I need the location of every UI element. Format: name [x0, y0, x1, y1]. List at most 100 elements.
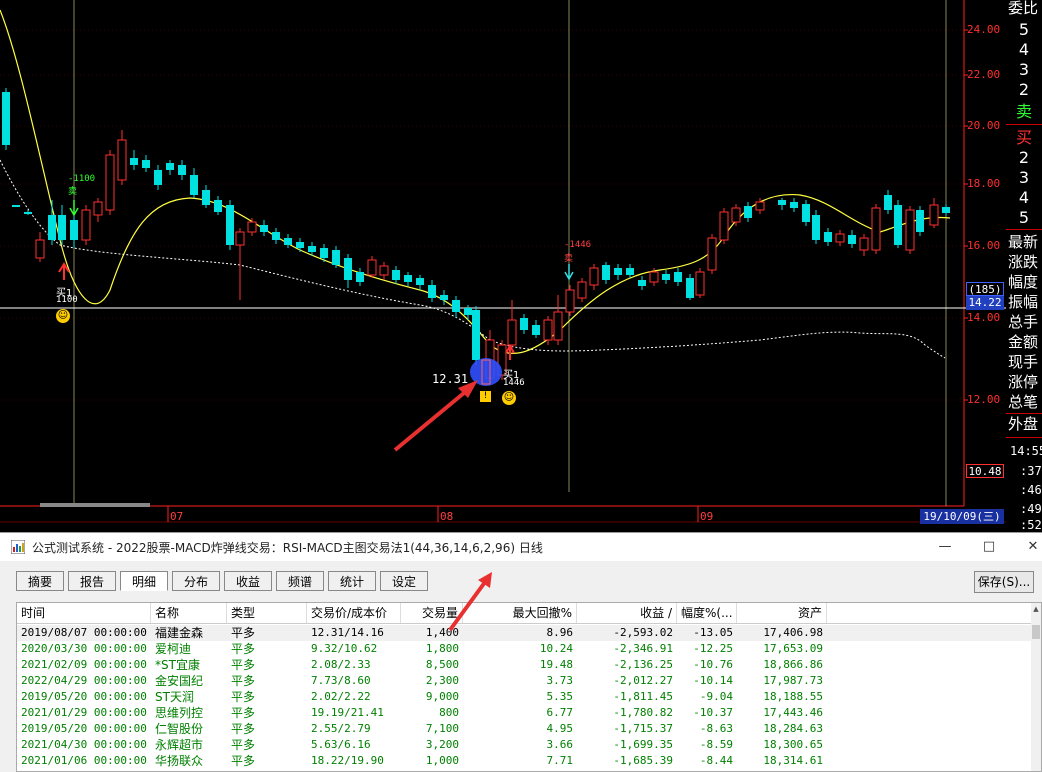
cell-type: 平多: [231, 690, 256, 704]
candle-body: [929, 204, 939, 226]
table-row[interactable]: 2021/04/30 00:00:00 永辉超市 平多 5.63/6.16 3,200 3…: [17, 737, 1031, 753]
cell-time: 2022/04/29 00:00:00: [21, 674, 147, 687]
candle-body: [166, 163, 174, 170]
cell-type: 平多: [231, 642, 256, 656]
candle-body: [320, 248, 328, 258]
cell-price: 7.73/8.60: [311, 674, 371, 687]
col-time[interactable]: 时间: [17, 603, 151, 623]
cell-price: 9.32/10.62: [311, 642, 378, 655]
cell-asset: 18,300.65: [763, 738, 823, 751]
candle-body: [589, 267, 599, 286]
qty-pointer-arrow: [448, 572, 492, 632]
dialog-title: 公式测试系统 - 2022股票-MACD炸弹线交易：RSI-MACD主图交易法1…: [32, 541, 543, 555]
col-price[interactable]: 交易价/成本价: [307, 603, 401, 623]
candle-body: [565, 289, 575, 313]
low-price-box: 10.48: [966, 464, 1004, 478]
smile-icon: ☺: [502, 391, 516, 405]
candle-body: [553, 311, 563, 341]
kline-svg: [0, 0, 1006, 523]
cell-profit: -2,346.91: [613, 642, 673, 655]
table-row[interactable]: 2022/04/29 00:00:00 金安国纪 平多 7.73/8.60 2,300 3…: [17, 673, 1031, 689]
cell-qty: 1,800: [425, 642, 459, 655]
cell-price: 2.08/2.33: [311, 658, 371, 671]
buy-signal-1-qty: 1100: [56, 295, 78, 305]
count-badge: (185): [966, 282, 1004, 296]
cell-qty: 3,200: [425, 738, 459, 751]
tick-time: :52: [1020, 518, 1042, 532]
close-button[interactable]: ✕: [1018, 537, 1042, 557]
col-asset[interactable]: 资产: [737, 603, 827, 623]
candle-body: [404, 275, 412, 282]
col-name[interactable]: 名称: [151, 603, 227, 623]
tab-distribution[interactable]: 分布: [172, 571, 220, 591]
label-change: 涨跌: [1008, 253, 1039, 271]
cell-name: ST天润: [155, 690, 194, 704]
cell-time: 2021/02/09 00:00:00: [21, 658, 147, 671]
candle-body: [392, 270, 400, 280]
candle-body: [356, 272, 364, 282]
tab-spectrum[interactable]: 频谱: [276, 571, 324, 591]
candle-body: [824, 232, 832, 242]
candle-body: [70, 220, 78, 240]
col-profit[interactable]: 收益 /: [577, 603, 677, 623]
candle-body: [649, 271, 659, 283]
cell-type: 平多: [231, 706, 256, 720]
candle-body: [532, 325, 540, 335]
candle-body: [602, 265, 610, 280]
table-row[interactable]: 2019/05/20 00:00:00 仁智股份 平多 2.55/2.79 7,100 4…: [17, 721, 1031, 737]
buy-level-3: 3: [1018, 168, 1030, 187]
tab-statistics[interactable]: 统计: [328, 571, 376, 591]
sell-label: 卖: [1015, 102, 1032, 121]
date-box: 19/10/09(三): [920, 509, 1004, 524]
tab-summary[interactable]: 摘要: [16, 571, 64, 591]
candle-body: [2, 92, 10, 145]
cell-pct: -8.59: [699, 738, 733, 751]
cell-type: 平多: [231, 626, 256, 640]
cell-profit: -1,685.39: [613, 754, 673, 767]
col-type[interactable]: 类型: [227, 603, 307, 623]
buy-level-4: 4: [1018, 188, 1030, 207]
smile-icon: ☺: [56, 309, 70, 323]
label-pct: 幅度: [1008, 273, 1039, 291]
table-row[interactable]: 2021/01/29 00:00:00 思维列控 平多 19.19/21.41 800 6…: [17, 705, 1031, 721]
cell-qty: 8,500: [425, 658, 459, 671]
maximize-button[interactable]: □: [974, 537, 1004, 557]
cell-price: 18.22/19.90: [311, 754, 384, 767]
kline-chart[interactable]: 24.00 22.00 20.00 18.00 16.00 14.00 12.00 (185…: [0, 0, 1042, 532]
month-label-09: 09: [700, 510, 714, 523]
cell-type: 平多: [231, 658, 256, 672]
label-limit-up: 涨停: [1008, 373, 1039, 391]
table-row[interactable]: 2019/08/07 00:00:00 福建金森 平多 12.31/14.16 1,40…: [17, 625, 1031, 641]
candle-body: [744, 206, 752, 218]
minimize-button[interactable]: —: [930, 537, 960, 557]
vertical-scrollbar[interactable]: ▲: [1031, 603, 1041, 771]
cell-profit: -2,593.02: [613, 626, 673, 639]
candle-body: [778, 200, 786, 205]
tab-profit[interactable]: 收益: [224, 571, 272, 591]
cell-time: 2019/05/20 00:00:00: [21, 722, 147, 735]
label-outer: 外盘: [1008, 415, 1039, 433]
tab-settings[interactable]: 设定: [380, 571, 428, 591]
cell-time: 2021/01/29 00:00:00: [21, 706, 147, 719]
table-row[interactable]: 2019/05/20 00:00:00 ST天润 平多 2.02/2.22 9,000 5…: [17, 689, 1031, 705]
cell-drawdown: 4.95: [546, 722, 574, 735]
candle-body: [105, 154, 115, 211]
table-row[interactable]: 2020/03/30 00:00:00 爱柯迪 平多 9.32/10.62 1,800 1…: [17, 641, 1031, 657]
table-row[interactable]: 2021/02/09 00:00:00 *ST宜康 平多 2.08/2.33 8,500…: [17, 657, 1031, 673]
sell-level-4: 4: [1018, 40, 1030, 59]
dialog-titlebar[interactable]: 公式测试系统 - 2022股票-MACD炸弹线交易：RSI-MACD主图交易法1…: [0, 532, 1042, 561]
label-amount: 金额: [1008, 333, 1039, 351]
save-button[interactable]: 保存(S)...: [974, 571, 1034, 593]
scroll-thumb[interactable]: [1032, 625, 1040, 639]
cell-qty: 1,000: [425, 754, 459, 767]
cell-time: 2019/08/07 00:00:00: [21, 626, 147, 639]
candle-body: [226, 205, 234, 245]
candle-body: [117, 139, 127, 181]
col-pct[interactable]: 幅度%(...: [677, 603, 737, 623]
price-tick-label: 14.00: [967, 311, 1001, 324]
tab-report[interactable]: 报告: [68, 571, 116, 591]
scroll-up-icon[interactable]: ▲: [1032, 605, 1040, 613]
table-row[interactable]: 2021/01/06 00:00:00 华扬联众 平多 18.22/19.90 1,00…: [17, 753, 1031, 769]
candle-body: [190, 175, 198, 195]
tab-detail[interactable]: 明细: [120, 571, 168, 591]
